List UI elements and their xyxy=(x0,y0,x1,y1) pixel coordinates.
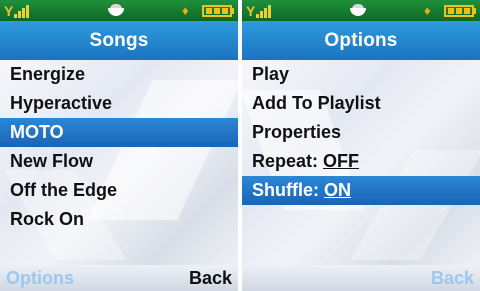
message-icon xyxy=(350,4,366,16)
signal-strength-icon: Y xyxy=(4,3,38,19)
menu-item-play[interactable]: Play xyxy=(242,60,480,89)
menu-item-properties[interactable]: Properties xyxy=(242,118,480,147)
options-list: Play Add To Playlist Properties Repeat: … xyxy=(242,60,480,205)
status-bar: Y ♦ xyxy=(0,0,238,21)
song-list: Energize Hyperactive MOTO New Flow Off t… xyxy=(0,60,238,234)
songs-screen: Y ♦ Songs Energize Hyperactive MOTO New … xyxy=(0,0,238,291)
message-icon xyxy=(108,4,124,16)
menu-item-label: Properties xyxy=(252,122,342,142)
battery-icon: ♦ xyxy=(182,4,234,18)
menu-item-label: Play xyxy=(252,64,290,84)
shuffle-value: ON xyxy=(324,180,351,200)
list-item-selected[interactable]: MOTO xyxy=(0,118,238,147)
menu-item-shuffle[interactable]: Shuffle: ON xyxy=(242,176,480,205)
back-softkey[interactable]: Back xyxy=(431,265,474,291)
list-item[interactable]: Off the Edge xyxy=(0,176,238,205)
options-screen: Y ♦ Options Play Add To Playlist Propert… xyxy=(242,0,480,291)
list-item[interactable]: Rock On xyxy=(0,205,238,234)
softkey-bar: Back xyxy=(242,265,480,291)
menu-item-label: Add To Playlist xyxy=(252,93,381,113)
menu-item-label: Shuffle: xyxy=(252,180,324,200)
list-item[interactable]: Energize xyxy=(0,60,238,89)
battery-icon: ♦ xyxy=(424,4,476,18)
repeat-value: OFF xyxy=(323,151,360,171)
page-title: Songs xyxy=(0,21,238,60)
softkey-bar: Options Back xyxy=(0,265,238,291)
menu-item-add-to-playlist[interactable]: Add To Playlist xyxy=(242,89,480,118)
back-softkey[interactable]: Back xyxy=(189,265,232,291)
signal-strength-icon: Y xyxy=(246,3,280,19)
status-bar: Y ♦ xyxy=(242,0,480,21)
list-item[interactable]: Hyperactive xyxy=(0,89,238,118)
page-title: Options xyxy=(242,21,480,60)
list-item[interactable]: New Flow xyxy=(0,147,238,176)
options-softkey[interactable]: Options xyxy=(6,265,74,291)
menu-item-repeat[interactable]: Repeat: OFF xyxy=(242,147,480,176)
menu-item-label: Repeat: xyxy=(252,151,324,171)
